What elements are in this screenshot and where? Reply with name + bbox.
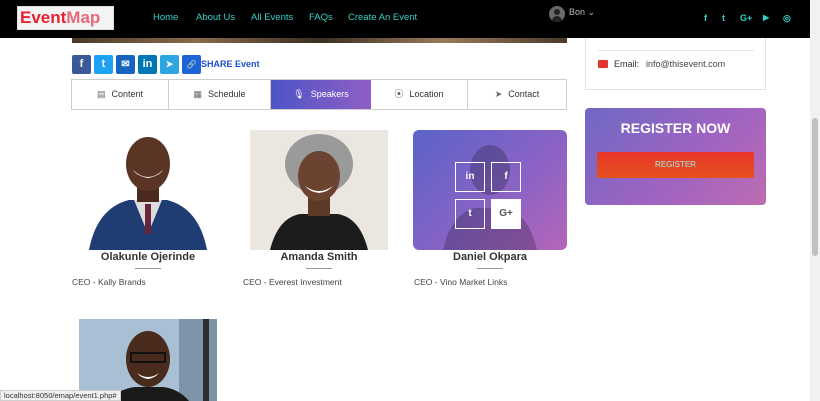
- share-facebook-icon[interactable]: f: [72, 55, 91, 74]
- facebook-icon[interactable]: f: [704, 13, 707, 23]
- nav-home[interactable]: Home: [153, 12, 178, 23]
- microphone-icon: 🎙: [293, 89, 305, 99]
- speaker-role: CEO - Vino Market Links: [414, 277, 508, 287]
- share-twitter-icon[interactable]: t: [94, 55, 113, 74]
- event-tabs: ▤ Content ▦ Schedule 🎙 Speakers ⦿ Location ➤…: [71, 79, 567, 110]
- instagram-icon[interactable]: ◎: [783, 13, 791, 24]
- nav-about-us[interactable]: About Us: [196, 12, 235, 23]
- user-menu[interactable]: Bon ⌄: [549, 6, 595, 22]
- speaker-linkedin-icon[interactable]: in: [455, 162, 485, 192]
- speaker-role: CEO - Kally Brands: [72, 277, 146, 287]
- share-event-label: SHARE Event: [201, 59, 260, 69]
- speaker-divider: [306, 268, 332, 269]
- page-scrollbar[interactable]: [810, 0, 820, 401]
- share-linkedin-icon[interactable]: in: [138, 55, 157, 74]
- nav-all-events[interactable]: All Events: [251, 12, 293, 23]
- tab-speakers[interactable]: 🎙 Speakers: [271, 80, 371, 109]
- tab-contact[interactable]: ➤ Contact: [468, 80, 566, 109]
- speaker-name: Amanda Smith: [280, 251, 358, 263]
- speaker-name: Daniel Okpara: [453, 251, 527, 263]
- speaker-photo[interactable]: [250, 130, 388, 250]
- speaker-divider: [135, 268, 161, 269]
- register-title: REGISTER NOW: [620, 120, 731, 136]
- google-plus-icon[interactable]: G+: [740, 13, 752, 23]
- speaker-facebook-icon[interactable]: f: [491, 162, 521, 192]
- browser-status-bar: localhost:8050/emap/event1.php#: [0, 390, 121, 401]
- speaker-twitter-icon[interactable]: t: [455, 199, 485, 229]
- tab-content[interactable]: ▤ Content: [72, 80, 169, 109]
- email-value[interactable]: info@thisevent.com: [646, 59, 725, 69]
- divider: [598, 50, 754, 51]
- share-email-icon[interactable]: ✉: [116, 55, 135, 74]
- speaker-photo[interactable]: [79, 130, 217, 250]
- speaker-google-plus-icon[interactable]: G+: [491, 199, 521, 229]
- user-name: Bon: [569, 7, 586, 17]
- site-logo[interactable]: EventMap: [17, 6, 114, 30]
- share-link-icon[interactable]: 🔗: [182, 55, 201, 74]
- map-pin-icon: ⦿: [394, 89, 404, 99]
- youtube-icon[interactable]: ▶: [763, 13, 769, 22]
- twitter-icon[interactable]: t: [722, 13, 725, 23]
- register-button[interactable]: REGISTER: [597, 152, 754, 178]
- event-banner-image: [72, 38, 567, 43]
- nav-faqs[interactable]: FAQs: [309, 12, 333, 23]
- chevron-down-icon: ⌄: [587, 7, 596, 17]
- speaker-divider: [477, 268, 503, 269]
- top-navbar: EventMap Home About Us All Events FAQs C…: [0, 0, 810, 38]
- calendar-icon: ▦: [193, 89, 202, 99]
- register-panel: REGISTER NOW REGISTER: [585, 108, 766, 205]
- share-telegram-icon[interactable]: ➤: [160, 55, 179, 74]
- email-icon: [598, 60, 608, 68]
- contact-info-box: Email: info@thisevent.com: [585, 38, 766, 90]
- send-icon: ➤: [494, 89, 503, 99]
- nav-create-event[interactable]: Create An Event: [348, 12, 417, 23]
- speaker-role: CEO - Everest Investment: [243, 277, 342, 287]
- email-label: Email:: [614, 59, 640, 69]
- document-icon: ▤: [96, 89, 106, 99]
- scrollbar-thumb[interactable]: [812, 118, 818, 256]
- speaker-social-overlay[interactable]: in f t G+: [413, 130, 567, 250]
- speaker-photo[interactable]: [79, 319, 217, 401]
- tab-schedule[interactable]: ▦ Schedule: [169, 80, 271, 109]
- speaker-name: Olakunle Ojerinde: [100, 251, 196, 263]
- tab-location[interactable]: ⦿ Location: [371, 80, 468, 109]
- user-avatar-icon: [549, 6, 565, 22]
